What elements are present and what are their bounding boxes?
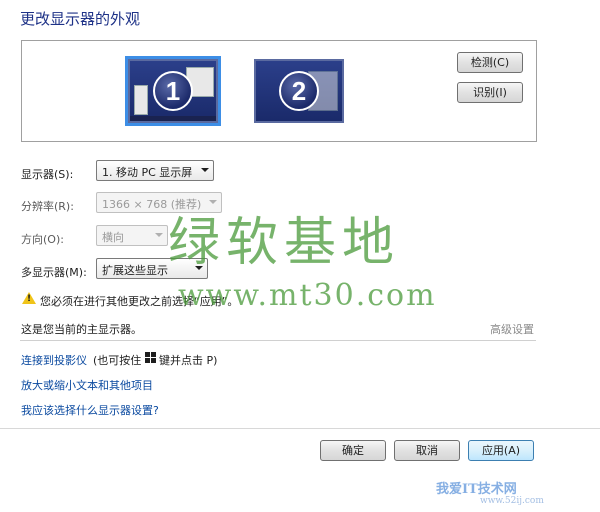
display-label: 显示器(S): <box>21 168 74 181</box>
monitor-1[interactable]: 1 <box>125 56 221 126</box>
main-display-text: 这是您当前的主显示器。 <box>21 323 142 336</box>
windows-logo-icon <box>145 352 157 364</box>
chevron-down-icon <box>209 200 217 204</box>
multi-display-select-value: 扩展这些显示 <box>102 264 168 277</box>
display-select[interactable]: 1. 移动 PC 显示屏 <box>96 160 214 181</box>
projector-hint-prefix: (也可按住 <box>93 354 142 367</box>
resolution-label: 分辨率(R): <box>21 200 74 213</box>
apply-button[interactable]: 应用(A) <box>468 440 534 461</box>
multi-display-label: 多显示器(M): <box>21 266 87 279</box>
taskbar-strip <box>130 116 216 121</box>
orientation-select-value: 横向 <box>102 231 124 244</box>
connect-projector-link[interactable]: 连接到投影仪 <box>21 352 87 368</box>
text-size-link[interactable]: 放大或缩小文本和其他项目 <box>21 377 153 393</box>
resolution-select-value: 1366 × 768 (推荐) <box>102 198 202 211</box>
display-select-value: 1. 移动 PC 显示屏 <box>102 166 193 179</box>
warning-text: 您必须在进行其他更改之前选择“应用”。 <box>40 295 239 308</box>
detect-button[interactable]: 检测(C) <box>457 52 523 73</box>
monitor-2[interactable]: 2 <box>254 59 344 123</box>
monitor-arrangement-area[interactable]: 1 2 检测(C) 识别(I) <box>21 40 537 142</box>
warning-exclamation-icon: ! <box>27 294 32 304</box>
chevron-down-icon <box>201 168 209 172</box>
projector-hint-suffix: 键并点击 P) <box>159 354 218 367</box>
resolution-select: 1366 × 768 (推荐) <box>96 192 222 213</box>
desktop-icons <box>134 85 148 115</box>
advanced-settings-link[interactable]: 高级设置 <box>490 321 534 337</box>
identify-button[interactable]: 识别(I) <box>457 82 523 103</box>
monitor-2-number: 2 <box>279 71 319 111</box>
cancel-button[interactable]: 取消 <box>394 440 460 461</box>
monitor-1-number: 1 <box>153 71 193 111</box>
ok-button[interactable]: 确定 <box>320 440 386 461</box>
orientation-select: 横向 <box>96 225 168 246</box>
chevron-down-icon <box>195 266 203 270</box>
multi-display-select[interactable]: 扩展这些显示 <box>96 258 208 279</box>
page-title: 更改显示器的外观 <box>20 10 141 28</box>
chevron-down-icon <box>155 233 163 237</box>
divider <box>20 340 536 341</box>
which-settings-link[interactable]: 我应该选择什么显示器设置? <box>21 402 159 418</box>
orientation-label: 方向(O): <box>21 233 64 246</box>
